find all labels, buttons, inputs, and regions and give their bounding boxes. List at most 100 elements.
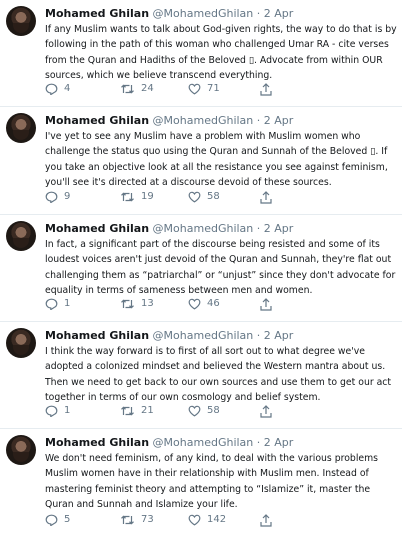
share-button[interactable] — [260, 82, 272, 96]
reply-count: 4 — [64, 83, 71, 94]
tweet-date[interactable]: 2 Apr — [264, 114, 294, 127]
retweet-icon — [121, 192, 134, 202]
retweet-button[interactable]: 13 — [120, 297, 154, 311]
author-name[interactable]: Mohamed Ghilan — [45, 329, 149, 342]
share-icon — [260, 513, 272, 527]
share-icon — [260, 82, 272, 96]
share-icon — [260, 404, 272, 418]
retweet-icon — [121, 84, 134, 94]
separator-dot: · — [256, 7, 261, 20]
tweet-actions: 4 24 71 — [45, 82, 275, 96]
like-count: 142 — [207, 514, 227, 525]
tweet[interactable]: Mohamed Ghilan @MohamedGhilan · 2 Apr If… — [0, 0, 402, 104]
tweet-actions: 1 13 46 — [45, 297, 275, 311]
tweet-text: In fact, a significant part of the disco… — [45, 239, 396, 297]
reply-button[interactable]: 1 — [45, 297, 70, 311]
heart-icon — [188, 298, 201, 310]
reply-icon — [45, 83, 58, 95]
like-button[interactable]: 58 — [188, 190, 220, 204]
tweet-text: I think the way forward is to first of a… — [45, 346, 392, 404]
like-count: 58 — [207, 191, 220, 202]
retweet-count: 13 — [141, 298, 154, 309]
tweet-text: We don't need feminism, of any kind, to … — [45, 453, 379, 511]
retweet-button[interactable]: 19 — [120, 190, 154, 204]
author-name[interactable]: Mohamed Ghilan — [45, 114, 149, 127]
tweet-text: I've yet to see any Muslim have a proble… — [45, 131, 388, 189]
heart-icon — [188, 514, 201, 526]
like-count: 58 — [207, 405, 220, 416]
share-icon — [260, 297, 272, 311]
author-name[interactable]: Mohamed Ghilan — [45, 436, 149, 449]
share-button[interactable] — [260, 404, 272, 418]
share-button[interactable] — [260, 190, 272, 204]
tweet-header: Mohamed Ghilan @MohamedGhilan · 2 Apr — [45, 7, 293, 21]
avatar[interactable] — [6, 113, 36, 143]
tweet-date[interactable]: 2 Apr — [264, 7, 294, 20]
like-button[interactable]: 142 — [188, 513, 226, 527]
separator-dot: · — [256, 114, 261, 127]
author-handle[interactable]: @MohamedGhilan — [153, 329, 254, 342]
reply-button[interactable]: 1 — [45, 404, 70, 418]
author-name[interactable]: Mohamed Ghilan — [45, 7, 149, 20]
separator-dot: · — [256, 329, 261, 342]
heart-icon — [188, 83, 201, 95]
separator-dot: · — [256, 436, 261, 449]
tweet-date[interactable]: 2 Apr — [264, 222, 294, 235]
tweet[interactable]: Mohamed Ghilan @MohamedGhilan · 2 Apr We… — [0, 429, 402, 537]
tweet-date[interactable]: 2 Apr — [264, 329, 294, 342]
tweet[interactable]: Mohamed Ghilan @MohamedGhilan · 2 Apr I … — [0, 322, 402, 428]
author-handle[interactable]: @MohamedGhilan — [153, 222, 254, 235]
retweet-count: 24 — [141, 83, 154, 94]
tweet-date[interactable]: 2 Apr — [264, 436, 294, 449]
reply-count: 5 — [64, 514, 71, 525]
reply-icon — [45, 298, 58, 310]
reply-icon — [45, 514, 58, 526]
share-button[interactable] — [260, 297, 272, 311]
reply-button[interactable]: 9 — [45, 190, 70, 204]
tweet-header: Mohamed Ghilan @MohamedGhilan · 2 Apr — [45, 436, 293, 450]
retweet-icon — [121, 515, 134, 525]
author-name[interactable]: Mohamed Ghilan — [45, 222, 149, 235]
reply-button[interactable]: 4 — [45, 82, 70, 96]
retweet-count: 21 — [141, 405, 154, 416]
retweet-button[interactable]: 21 — [120, 404, 154, 418]
retweet-count: 19 — [141, 191, 154, 202]
share-button[interactable] — [260, 513, 272, 527]
heart-icon — [188, 191, 201, 203]
tweet-actions: 5 73 142 — [45, 513, 275, 527]
retweet-icon — [121, 299, 134, 309]
reply-icon — [45, 405, 58, 417]
tweet-text: If any Muslim wants to talk about God-gi… — [45, 24, 397, 82]
retweet-icon — [121, 406, 134, 416]
avatar[interactable] — [6, 6, 36, 36]
author-handle[interactable]: @MohamedGhilan — [153, 436, 254, 449]
reply-count: 9 — [64, 191, 71, 202]
heart-icon — [188, 405, 201, 417]
tweet-actions: 1 21 58 — [45, 404, 275, 418]
retweet-button[interactable]: 73 — [120, 513, 154, 527]
tweet[interactable]: Mohamed Ghilan @MohamedGhilan · 2 Apr In… — [0, 215, 402, 321]
avatar[interactable] — [6, 221, 36, 251]
reply-icon — [45, 191, 58, 203]
like-button[interactable]: 71 — [188, 82, 220, 96]
author-handle[interactable]: @MohamedGhilan — [153, 114, 254, 127]
tweet-thread: Mohamed Ghilan @MohamedGhilan · 2 Apr If… — [0, 0, 402, 537]
tweet-header: Mohamed Ghilan @MohamedGhilan · 2 Apr — [45, 329, 293, 343]
retweet-button[interactable]: 24 — [120, 82, 154, 96]
tweet-header: Mohamed Ghilan @MohamedGhilan · 2 Apr — [45, 222, 293, 236]
avatar[interactable] — [6, 435, 36, 465]
author-handle[interactable]: @MohamedGhilan — [153, 7, 254, 20]
share-icon — [260, 190, 272, 204]
separator-dot: · — [256, 222, 261, 235]
like-button[interactable]: 46 — [188, 297, 220, 311]
like-count: 71 — [207, 83, 220, 94]
tweet[interactable]: Mohamed Ghilan @MohamedGhilan · 2 Apr I'… — [0, 107, 402, 213]
tweet-header: Mohamed Ghilan @MohamedGhilan · 2 Apr — [45, 114, 293, 128]
retweet-count: 73 — [141, 514, 154, 525]
like-count: 46 — [207, 298, 220, 309]
like-button[interactable]: 58 — [188, 404, 220, 418]
avatar[interactable] — [6, 328, 36, 358]
reply-button[interactable]: 5 — [45, 513, 70, 527]
reply-count: 1 — [64, 298, 71, 309]
reply-count: 1 — [64, 405, 71, 416]
